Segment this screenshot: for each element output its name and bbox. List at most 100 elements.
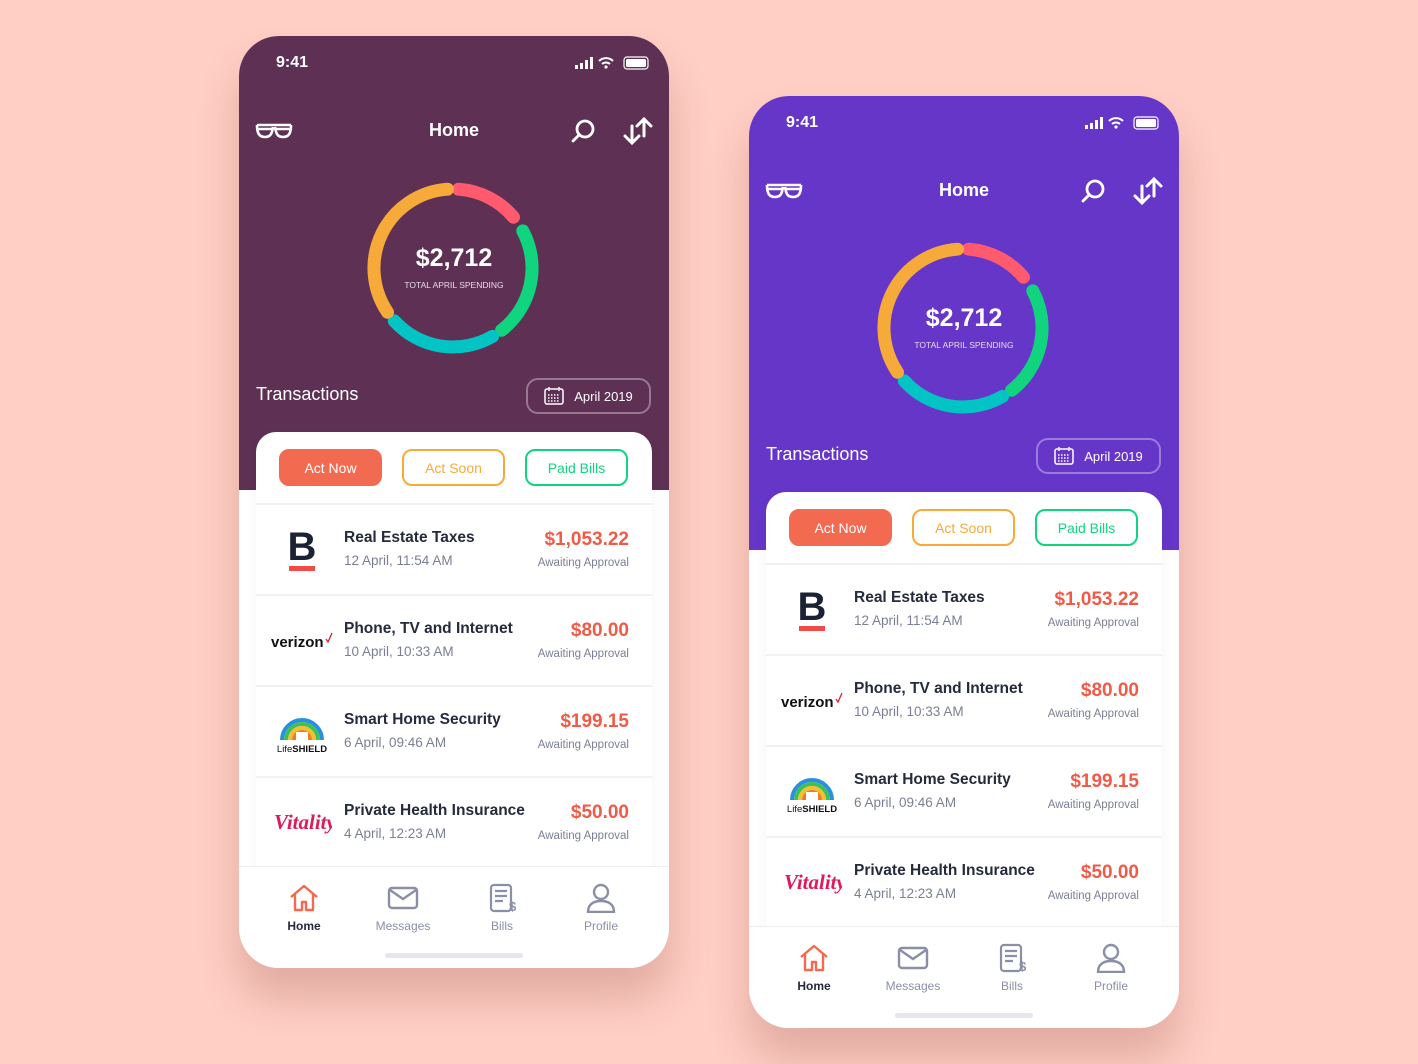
donut-segment <box>897 374 1009 414</box>
transaction-date: 10 April, 10:33 AM <box>854 704 964 719</box>
tab-act-now[interactable]: Act Now <box>279 449 382 486</box>
transaction-date: 12 April, 11:54 AM <box>854 613 963 628</box>
month-picker[interactable]: April 2019 <box>1036 438 1161 474</box>
section-title: Transactions <box>766 444 869 464</box>
tab-paid-bills[interactable]: Paid Bills <box>1035 509 1138 546</box>
total-label: TOTAL APRIL SPENDING <box>914 340 1014 350</box>
transaction-name: Phone, TV and Internet <box>854 680 1023 697</box>
svg-text:$: $ <box>1019 959 1027 973</box>
transaction-row[interactable]: B Real Estate Taxes 12 April, 11:54 AM $… <box>766 563 1162 654</box>
user-icon <box>1066 943 1156 973</box>
nav-messages[interactable]: Messages <box>868 943 958 993</box>
transaction-amount: $1,053.22 <box>1054 589 1139 610</box>
svg-text:Vitality: Vitality <box>274 810 332 834</box>
transfer-arrows-icon[interactable] <box>1132 176 1164 206</box>
transaction-amount: $1,053.22 <box>544 529 629 550</box>
transaction-amount: $199.15 <box>560 711 629 732</box>
transaction-amount: $80.00 <box>570 620 629 641</box>
filter-tabs: Act Now Act Soon Paid Bills <box>279 449 628 486</box>
transaction-name: Phone, TV and Internet <box>344 620 513 637</box>
transaction-date: 10 April, 10:33 AM <box>344 644 454 659</box>
donut-segment <box>387 314 499 354</box>
transaction-amount: $80.00 <box>1080 680 1139 701</box>
page-title: Home <box>428 120 479 140</box>
lifeshield-logo: LifeSHIELD <box>271 707 333 757</box>
transaction-row[interactable]: verizon Phone, TV and Internet 10 April,… <box>766 654 1162 745</box>
nav-home[interactable]: Home <box>259 883 349 933</box>
verizon-logo: verizon <box>271 616 333 666</box>
donut-segment <box>962 242 1030 284</box>
home-indicator <box>385 953 523 958</box>
month-label: April 2019 <box>574 388 633 404</box>
b-logo: B <box>781 585 843 635</box>
page-title: Home <box>938 180 989 200</box>
transaction-status: Awaiting Approval <box>1047 617 1139 629</box>
transfer-arrows-icon[interactable] <box>622 116 654 146</box>
home-icon <box>769 943 859 973</box>
transaction-date: 6 April, 09:46 AM <box>344 735 447 750</box>
transaction-date: 12 April, 11:54 AM <box>344 553 453 568</box>
svg-text:LifeSHIELD: LifeSHIELD <box>787 804 837 814</box>
tab-paid-bills[interactable]: Paid Bills <box>525 449 628 486</box>
b-logo: B <box>271 525 333 575</box>
transaction-amount: $199.15 <box>1070 771 1139 792</box>
nav-home[interactable]: Home <box>769 943 859 993</box>
home-icon <box>259 883 349 913</box>
calendar-icon <box>544 387 564 405</box>
transaction-name: Smart Home Security <box>344 711 501 728</box>
nav-label: Profile <box>1093 979 1128 993</box>
lifeshield-logo: LifeSHIELD <box>781 767 843 817</box>
total-label: TOTAL APRIL SPENDING <box>404 280 504 290</box>
transaction-row[interactable]: B Real Estate Taxes 12 April, 11:54 AM $… <box>256 503 652 594</box>
nav-label: Messages <box>885 979 941 993</box>
transaction-row[interactable]: LifeSHIELD Smart Home Security 6 April, … <box>256 685 652 776</box>
phone-screen: 9:41 Home $2,712 TOTAL APRIL SPENDING Tr… <box>749 96 1179 1028</box>
transaction-row[interactable]: Vitality Private Health Insurance 4 Apri… <box>256 776 652 867</box>
svg-text:B: B <box>288 528 317 569</box>
transaction-name: Real Estate Taxes <box>344 529 475 546</box>
transaction-date: 4 April, 12:23 AM <box>344 826 447 841</box>
nav-bills[interactable]: $ Bills <box>967 943 1057 993</box>
verizon-logo: verizon <box>781 676 843 726</box>
transaction-row[interactable]: Vitality Private Health Insurance 4 Apri… <box>766 836 1162 927</box>
nav-profile[interactable]: Profile <box>1066 943 1156 993</box>
transaction-date: 6 April, 09:46 AM <box>854 795 957 810</box>
donut-segment <box>452 182 520 224</box>
search-icon[interactable] <box>1080 178 1106 204</box>
transaction-date: 4 April, 12:23 AM <box>854 886 957 901</box>
transaction-row[interactable]: LifeSHIELD Smart Home Security 6 April, … <box>766 745 1162 836</box>
search-icon[interactable] <box>570 118 596 144</box>
transaction-status: Awaiting Approval <box>537 648 629 660</box>
tab-act-soon[interactable]: Act Soon <box>912 509 1015 546</box>
transaction-name: Real Estate Taxes <box>854 589 985 606</box>
header: 9:41 Home $2,712 TOTAL APRIL SPENDING Tr… <box>239 36 669 490</box>
bill-icon: $ <box>457 883 547 913</box>
svg-text:LifeSHIELD: LifeSHIELD <box>277 744 327 754</box>
nav-label: Home <box>797 979 831 993</box>
phone-screen: 9:41 Home $2,712 TOTAL APRIL SPENDING Tr… <box>239 36 669 968</box>
month-picker[interactable]: April 2019 <box>526 378 651 414</box>
svg-text:$: $ <box>509 899 517 913</box>
envelope-icon <box>868 943 958 973</box>
vitality-logo: Vitality <box>271 798 333 848</box>
nav-bills[interactable]: $ Bills <box>457 883 547 933</box>
transaction-row[interactable]: verizon Phone, TV and Internet 10 April,… <box>256 594 652 685</box>
nav-profile[interactable]: Profile <box>556 883 646 933</box>
user-icon <box>556 883 646 913</box>
tab-act-soon[interactable]: Act Soon <box>402 449 505 486</box>
calendar-icon <box>1054 447 1074 465</box>
tab-act-now[interactable]: Act Now <box>789 509 892 546</box>
total-amount: $2,712 <box>925 304 1003 332</box>
status-time: 9:41 <box>276 54 309 71</box>
envelope-icon <box>358 883 448 913</box>
status-icons <box>575 56 649 70</box>
status-time: 9:41 <box>786 114 819 131</box>
transaction-status: Awaiting Approval <box>1047 890 1139 902</box>
section-title: Transactions <box>256 384 359 404</box>
svg-text:verizon: verizon <box>271 634 324 651</box>
transaction-name: Smart Home Security <box>854 771 1011 788</box>
nav-label: Bills <box>490 919 513 933</box>
nav-messages[interactable]: Messages <box>358 883 448 933</box>
transactions-card: Act Now Act Soon Paid Bills B Real Estate … <box>256 432 652 872</box>
transaction-name: Private Health Insurance <box>344 802 525 819</box>
